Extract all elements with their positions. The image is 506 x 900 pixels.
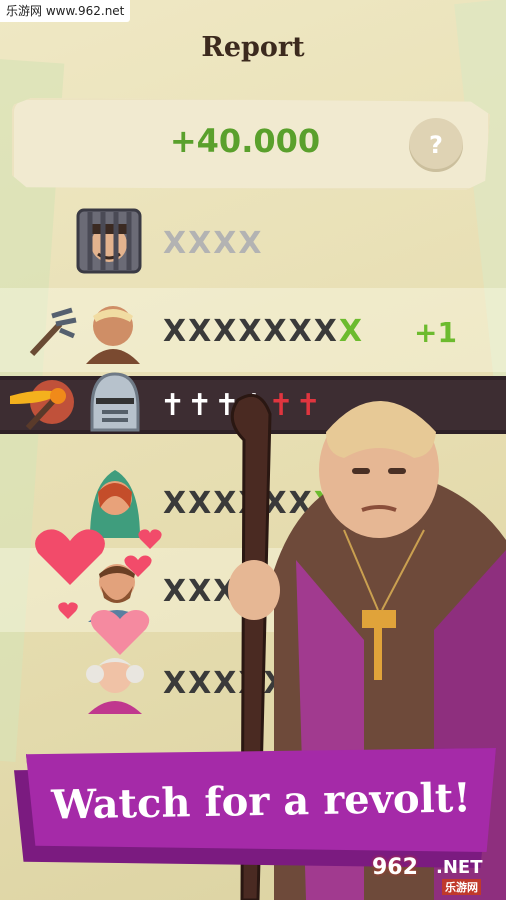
prisoner-portrait-icon — [76, 208, 142, 274]
site-watermark: 乐游网 www.962.net — [0, 0, 131, 22]
peasant-portrait-icon — [86, 306, 140, 364]
site-watermark-bottom: 962 .NET 乐游网 — [372, 855, 500, 897]
banner-text: Watch for a revolt! — [50, 774, 472, 829]
watermark-brand: 962 — [372, 855, 418, 880]
mark-group: XXXXXXX — [163, 314, 339, 349]
watermark-domain: .NET — [436, 857, 483, 878]
hearts-decoration-icon — [35, 529, 162, 655]
status-marks: XXXX — [163, 226, 264, 261]
report-row: XXXX — [0, 200, 506, 284]
pitchfork-icon — [29, 307, 77, 357]
torch-icon — [10, 380, 74, 431]
help-button[interactable]: ? — [409, 118, 463, 172]
watermark-subtitle: 乐游网 — [442, 879, 481, 895]
knight-helmet-icon — [90, 372, 140, 432]
mark-group: X — [338, 314, 365, 349]
bonus-value: +1 — [414, 316, 457, 349]
mark-group: XXXX — [163, 226, 264, 261]
status-marks: XXXXXXXX — [163, 314, 364, 349]
page-title: Report — [201, 32, 305, 63]
